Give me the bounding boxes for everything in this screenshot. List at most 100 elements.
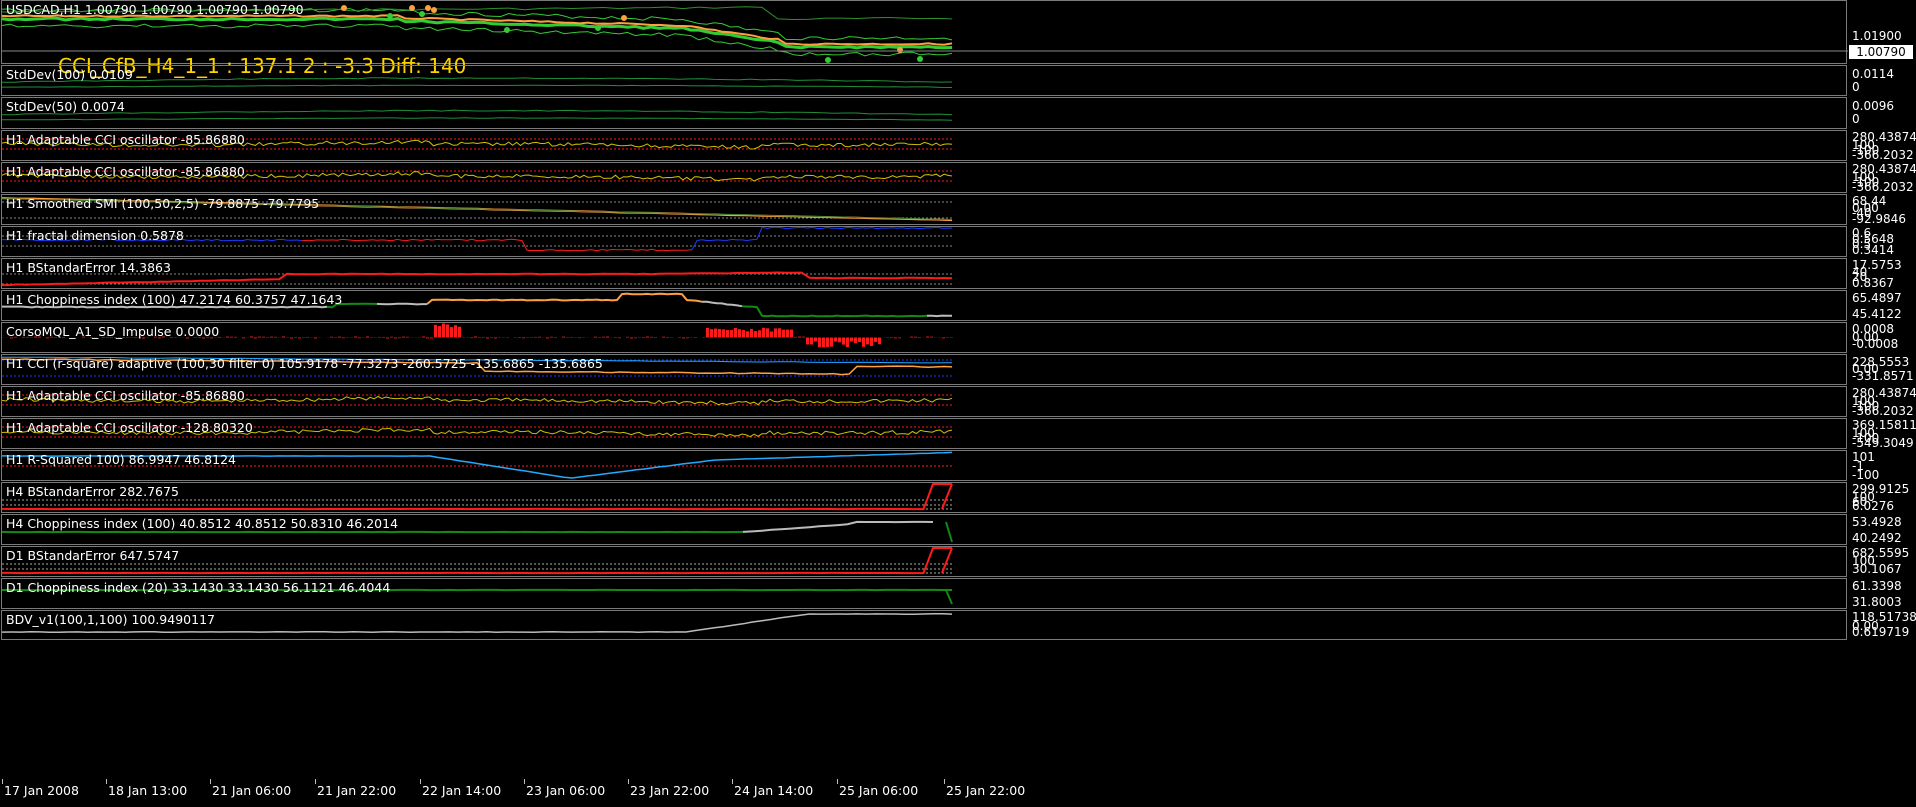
price-scale-label: 1.01900 <box>1852 29 1902 43</box>
indicator-label: H1 fractal dimension 0.5878 <box>6 228 184 243</box>
indicator-label: H1 CCI (r-square) adaptive (100,30 filte… <box>6 356 603 371</box>
impulse-bar <box>798 336 801 338</box>
time-tick <box>420 779 421 784</box>
time-axis-label: 23 Jan 22:00 <box>630 783 710 798</box>
pane-adcci4[interactable]: H1 Adaptable CCI oscillator -128.80320 36… <box>0 418 1916 449</box>
pane-corso[interactable]: CorsoMQL_A1_SD_Impulse 0.0000 0.0008 0.00-… <box>0 322 1916 353</box>
fractal-marker[interactable] <box>419 11 425 17</box>
impulse-bar <box>866 337 869 345</box>
impulse-bar <box>254 337 257 339</box>
pane-chop4[interactable]: H4 Choppiness index (100) 40.8512 40.851… <box>0 514 1916 545</box>
main-price-pane[interactable]: USDCAD,H1 1.00790 1.00790 1.00790 1.0079… <box>0 0 1916 78</box>
impulse-bar <box>378 336 381 338</box>
fractal-marker[interactable] <box>425 5 431 11</box>
pane-fractal[interactable]: H1 fractal dimension 0.5878 0.6 0.5648 0.5 0… <box>0 226 1916 257</box>
scale-label: 0.0096 <box>1852 99 1894 113</box>
pane-bse1[interactable]: H1 BStandarError 14.3863 17.5753 40 20 0.836… <box>0 258 1916 289</box>
impulse-bar <box>910 336 913 338</box>
pane-smi[interactable]: H1 Smoothed SMI (100,50,2,5) -79.8875 -7… <box>0 194 1916 225</box>
fractal-marker[interactable] <box>917 56 923 62</box>
chop-gray-line <box>702 300 743 308</box>
impulse-bar <box>550 336 553 338</box>
current-price-marker: 1.00790 <box>1849 45 1913 59</box>
time-axis-label: 25 Jan 22:00 <box>946 783 1026 798</box>
fractal-marker[interactable] <box>621 15 627 21</box>
scale-label: -366.2032 <box>1852 180 1914 194</box>
impulse-bar <box>494 337 497 339</box>
pane-chop1[interactable]: H1 Choppiness index (100) 47.2174 60.375… <box>0 290 1916 321</box>
time-tick <box>524 779 525 784</box>
impulse-bar <box>546 337 549 339</box>
pane-chopd1[interactable]: D1 Choppiness index (20) 33.1430 33.1430… <box>0 578 1916 609</box>
impulse-bar <box>662 336 665 338</box>
impulse-bar <box>802 336 805 338</box>
impulse-bar <box>914 336 917 338</box>
indicator-label: H1 Adaptable CCI oscillator -85.86880 <box>6 164 245 179</box>
impulse-bar <box>810 337 813 345</box>
impulse-bar <box>438 326 441 338</box>
indicator-canvas-bse4 <box>2 482 953 511</box>
pane-rsq[interactable]: H1 R-Squared 100) 86.9947 46.8124 101 -1 -1… <box>0 450 1916 481</box>
impulse-bar <box>790 329 793 338</box>
impulse-bar <box>450 327 453 338</box>
scale-label: 0 <box>1852 112 1860 126</box>
scale-label: 30.1067 <box>1852 562 1902 576</box>
impulse-bar <box>422 336 425 338</box>
indicator-label: H1 BStandarError 14.3863 <box>6 260 171 275</box>
impulse-bar <box>270 336 273 338</box>
pane-stddev100[interactable]: StdDev(100) 0.0109 0.0114 0 <box>0 65 1916 96</box>
fractal-marker[interactable] <box>431 7 437 13</box>
impulse-bar <box>430 337 433 339</box>
price-band-line <box>2 16 953 50</box>
pane-bdv[interactable]: BDV_v1(100,1,100) 100.9490117 118.51738 0.… <box>0 610 1916 640</box>
scale-label: 61.3398 <box>1852 579 1902 593</box>
impulse-bar <box>718 328 721 338</box>
impulse-bar <box>890 337 893 339</box>
scale-label: -0.0008 <box>1852 337 1899 351</box>
impulse-bar <box>858 337 861 342</box>
fractal-marker[interactable] <box>595 25 601 31</box>
impulse-bar <box>642 337 645 339</box>
pane-adcci1[interactable]: H1 Adaptable CCI oscillator -85.86880 280… <box>0 130 1916 161</box>
pane-bse4[interactable]: H4 BStandarError 282.7675 299.9125 100 60 6.… <box>0 482 1916 513</box>
impulse-bar <box>486 337 489 339</box>
impulse-bar <box>738 329 741 338</box>
impulse-bar <box>306 336 309 338</box>
impulse-bar <box>258 336 261 338</box>
pane-stddev50[interactable]: StdDev(50) 0.0074 0.0096 0 <box>0 97 1916 129</box>
scale-label: 0.0114 <box>1852 67 1894 81</box>
chop-gray-line <box>742 520 934 533</box>
impulse-bar <box>794 336 797 338</box>
stddev-line-2 <box>2 117 953 121</box>
pane-adcci2[interactable]: H1 Adaptable CCI oscillator -85.86880 280… <box>0 162 1916 193</box>
scale-label: 0.619719 <box>1852 625 1910 639</box>
pane-bsed1[interactable]: D1 BStandarError 647.5747 682.5595 100 30.1… <box>0 546 1916 577</box>
fractal-marker[interactable] <box>341 5 347 11</box>
impulse-bar <box>382 336 385 338</box>
pane-adcci3[interactable]: H1 Adaptable CCI oscillator -85.86880 280… <box>0 386 1916 417</box>
impulse-bar <box>626 336 629 338</box>
impulse-bar <box>518 337 521 339</box>
indicator-label: D1 Choppiness index (20) 33.1430 33.1430… <box>6 580 391 595</box>
fractal-marker[interactable] <box>897 47 903 53</box>
impulse-bar <box>594 336 597 338</box>
impulse-bar <box>358 337 361 339</box>
fractal-marker[interactable] <box>409 5 415 11</box>
fractal-marker[interactable] <box>387 13 393 19</box>
impulse-bar <box>274 336 277 338</box>
scale-label: -92.9846 <box>1852 212 1906 226</box>
pane-ccirsq[interactable]: H1 CCI (r-square) adaptive (100,30 filte… <box>0 354 1916 385</box>
symbol-info-label: USDCAD,H1 1.00790 1.00790 1.00790 1.0079… <box>6 2 304 17</box>
time-axis-label: 17 Jan 2008 <box>4 783 79 798</box>
fractal-marker[interactable] <box>825 57 831 63</box>
fractal-marker[interactable] <box>504 27 510 33</box>
impulse-bar <box>846 337 849 348</box>
impulse-bar <box>398 337 401 339</box>
chop-gray-line <box>927 314 952 318</box>
impulse-bar <box>262 336 265 338</box>
impulse-bar <box>838 337 841 343</box>
chop-gray-line <box>376 302 427 306</box>
impulse-bar <box>442 323 445 338</box>
impulse-bar <box>474 336 477 338</box>
chart-window[interactable]: USDCAD,H1 1.00790 1.00790 1.00790 1.0079… <box>0 0 1916 807</box>
